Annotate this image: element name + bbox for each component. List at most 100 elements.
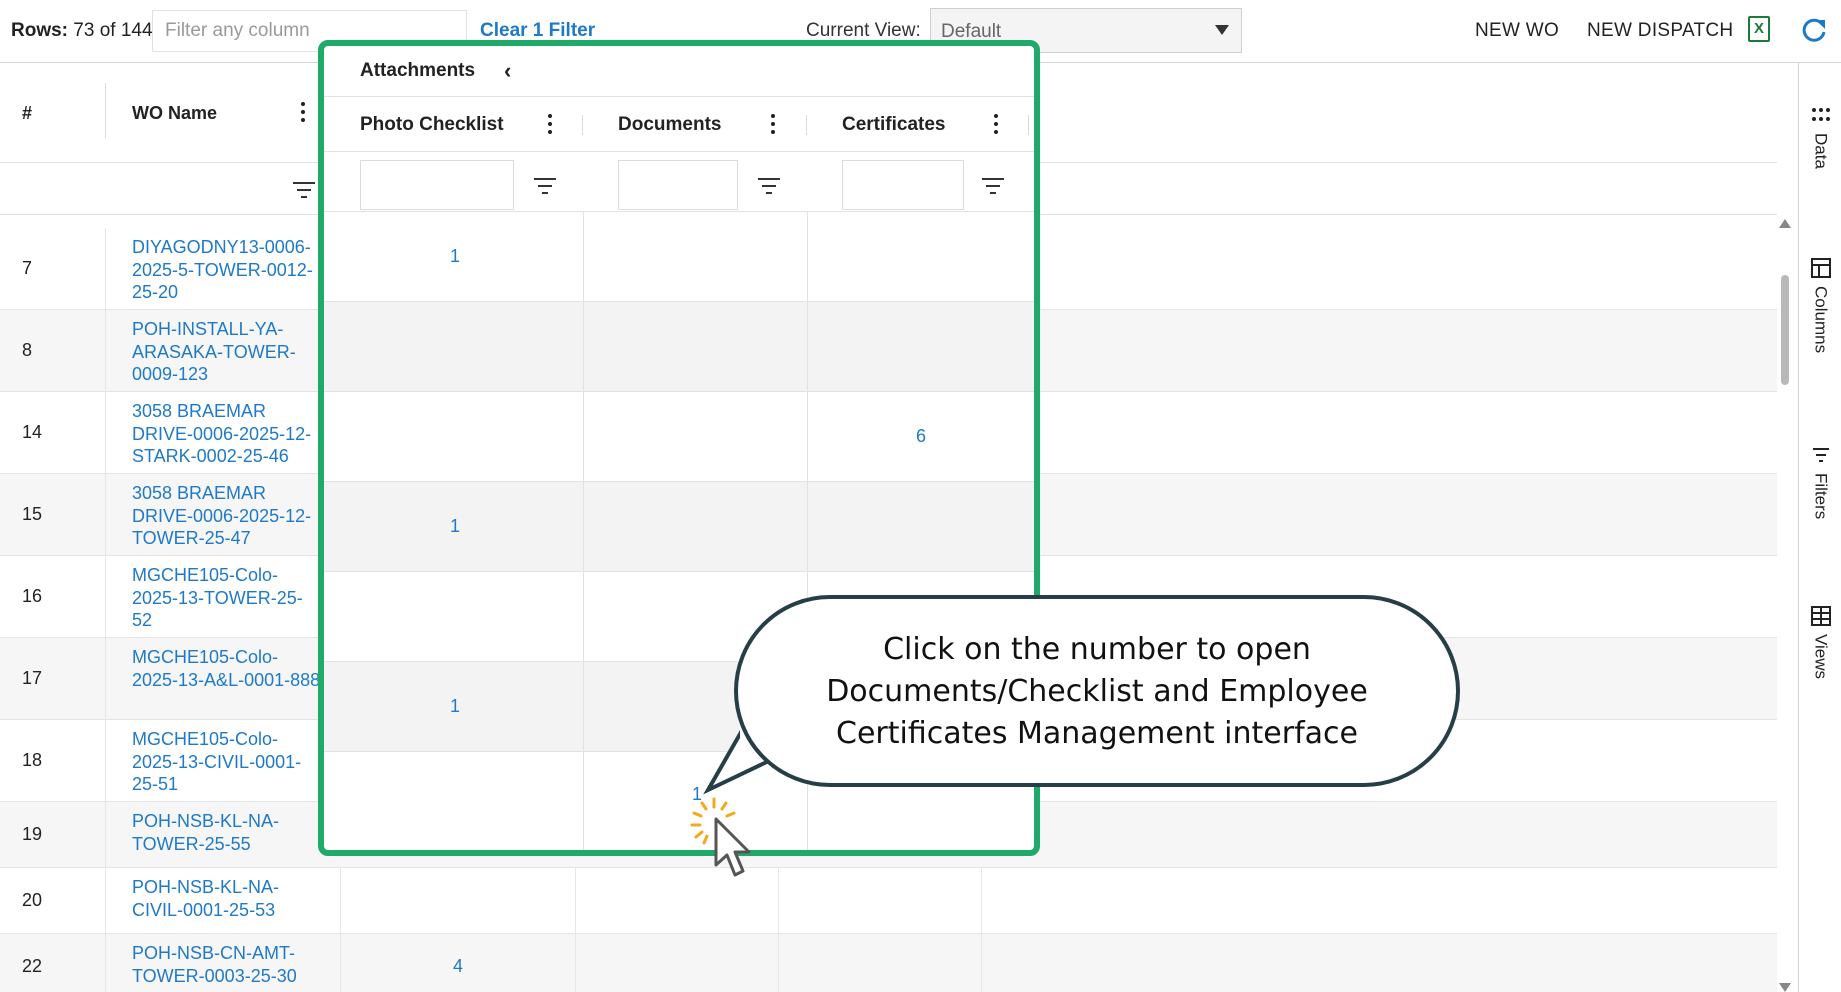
wo-name-link[interactable]: DIYAGODNY13-0006-2025-5-TOWER-0012-25-20 [132,236,322,304]
rows-count: Rows: 73 of 144 [11,20,153,42]
cell-separator [981,934,982,992]
column-separator [105,83,106,138]
cell-separator [583,212,584,301]
attachments-filter-row [324,152,1034,212]
column-separator [1028,115,1029,135]
callout-line-2: Documents/Checklist and Employee [826,674,1368,709]
row-number: 17 [22,668,43,688]
row-number: 16 [22,586,43,606]
cell-separator [575,868,576,933]
wo-name-link[interactable]: 3058 BRAEMAR DRIVE-0006-2025-12-STARK-00… [132,400,322,468]
wo-name-link[interactable]: POH-NSB-KL-NA-TOWER-25-55 [132,810,322,855]
column-header-documents[interactable]: Documents [618,114,721,136]
excel-icon[interactable]: X [1748,16,1770,42]
cell-separator [340,934,341,992]
wo-name-link[interactable]: POH-INSTALL-YA-ARASAKA-TOWER-0009-123 [132,318,322,386]
side-label-data: Data [1811,133,1831,169]
photo-checklist-count[interactable]: 4 [453,956,463,977]
instruction-callout: Click on the number to open Documents/Ch… [734,595,1460,787]
attachment-row: 1 [324,212,1034,302]
column-menu-icon[interactable] [994,114,1000,136]
wo-name-link[interactable]: MGCHE105-Colo-2025-13-TOWER-25-52 [132,564,322,632]
certificates-filter-input[interactable] [842,160,964,210]
filter-icon [1812,448,1829,462]
filter-icon[interactable] [758,178,780,194]
attachment-row [324,302,1034,392]
photo-checklist-filter-input[interactable] [360,160,514,210]
side-panel: Data Columns Filters Views [1798,63,1841,992]
wo-name-link[interactable]: POH-NSB-KL-NA-CIVIL-0001-25-53 [132,876,322,921]
row-number: 8 [22,340,33,360]
certificates-count[interactable]: 6 [916,426,926,447]
filter-icon[interactable] [982,178,1004,194]
cell-separator [583,302,584,391]
side-label-columns: Columns [1811,286,1831,354]
wo-name-link[interactable]: 3058 BRAEMAR DRIVE-0006-2025-12-TOWER-25… [132,482,322,550]
filter-icon[interactable] [534,178,556,194]
row-number: 15 [22,504,43,524]
photo-checklist-count[interactable]: 1 [450,246,460,267]
rows-label: Rows: [11,20,68,41]
column-menu-icon[interactable] [548,114,554,136]
cell-separator [807,212,808,301]
scroll-down-icon[interactable] [1779,983,1791,992]
vertical-scrollbar[interactable] [1777,215,1793,992]
side-tab-columns[interactable]: Columns [1799,258,1841,353]
side-tab-views[interactable]: Views [1799,606,1841,679]
cell-separator [105,868,106,933]
wo-name-link[interactable]: MGCHE105-Colo-2025-13-CIVIL-0001-25-51 [132,728,322,796]
row-number: 14 [22,422,43,442]
cell-separator [807,482,808,571]
cell-separator [778,868,779,933]
scroll-up-icon[interactable] [1779,219,1791,228]
side-label-filters: Filters [1811,473,1831,520]
column-separator [582,115,583,135]
attachments-title: Attachments [360,60,476,81]
cell-separator [105,228,106,309]
side-tab-filters[interactable]: Filters [1799,445,1841,519]
side-label-views: Views [1811,634,1831,680]
cell-separator [583,392,584,481]
cell-separator [807,302,808,391]
wo-name-link[interactable]: MGCHE105-Colo-2025-13-A&L-0001-888 [132,646,322,691]
cell-separator [105,638,106,719]
cell-separator [340,868,341,933]
chevron-left-icon[interactable]: ‹ [504,58,511,84]
filter-icon[interactable] [293,182,315,198]
callout-line-3: Certificates Management interface [836,716,1358,751]
column-header-photo-checklist[interactable]: Photo Checklist [360,114,504,136]
clear-filter-link[interactable]: Clear 1 Filter [480,20,595,42]
cell-separator [105,392,106,473]
new-wo-button[interactable]: NEW WO [1475,20,1559,42]
new-dispatch-button[interactable]: NEW DISPATCH [1587,20,1733,42]
table-row: 20 POH-NSB-KL-NA-CIVIL-0001-25-53 [0,868,1777,934]
cell-separator [105,934,106,992]
rows-value: 73 of 144 [73,20,153,41]
side-tab-data[interactable]: Data [1799,105,1841,169]
column-menu-icon[interactable] [301,102,307,124]
column-header-certificates[interactable]: Certificates [842,114,946,136]
dots-grid-icon [1811,108,1830,121]
cell-separator [583,752,584,850]
cell-separator [105,802,106,867]
photo-checklist-count[interactable]: 1 [450,696,460,717]
table-row: 22 POH-NSB-CN-AMT-TOWER-0003-25-30 4 [0,934,1777,992]
column-header-number[interactable]: # [22,103,32,124]
column-menu-icon[interactable] [771,114,777,136]
callout-line-1: Click on the number to open [883,632,1311,667]
row-number: 22 [22,956,43,976]
column-header-wo-name[interactable]: WO Name [132,103,217,124]
documents-filter-input[interactable] [618,160,738,210]
cell-separator [105,556,106,637]
photo-checklist-count[interactable]: 1 [450,516,460,537]
columns-icon [1810,258,1831,278]
cell-separator [583,572,584,661]
attachments-subheader: Photo Checklist Documents Certificates [324,96,1034,152]
wo-name-link[interactable]: POH-NSB-CN-AMT-TOWER-0003-25-30 [132,942,322,987]
current-view-value: Default [941,21,1002,42]
refresh-icon[interactable] [1800,16,1828,44]
scroll-thumb[interactable] [1781,275,1789,385]
attachment-row: 6 [324,392,1034,482]
cell-separator [105,310,106,391]
table-icon [1810,606,1831,626]
